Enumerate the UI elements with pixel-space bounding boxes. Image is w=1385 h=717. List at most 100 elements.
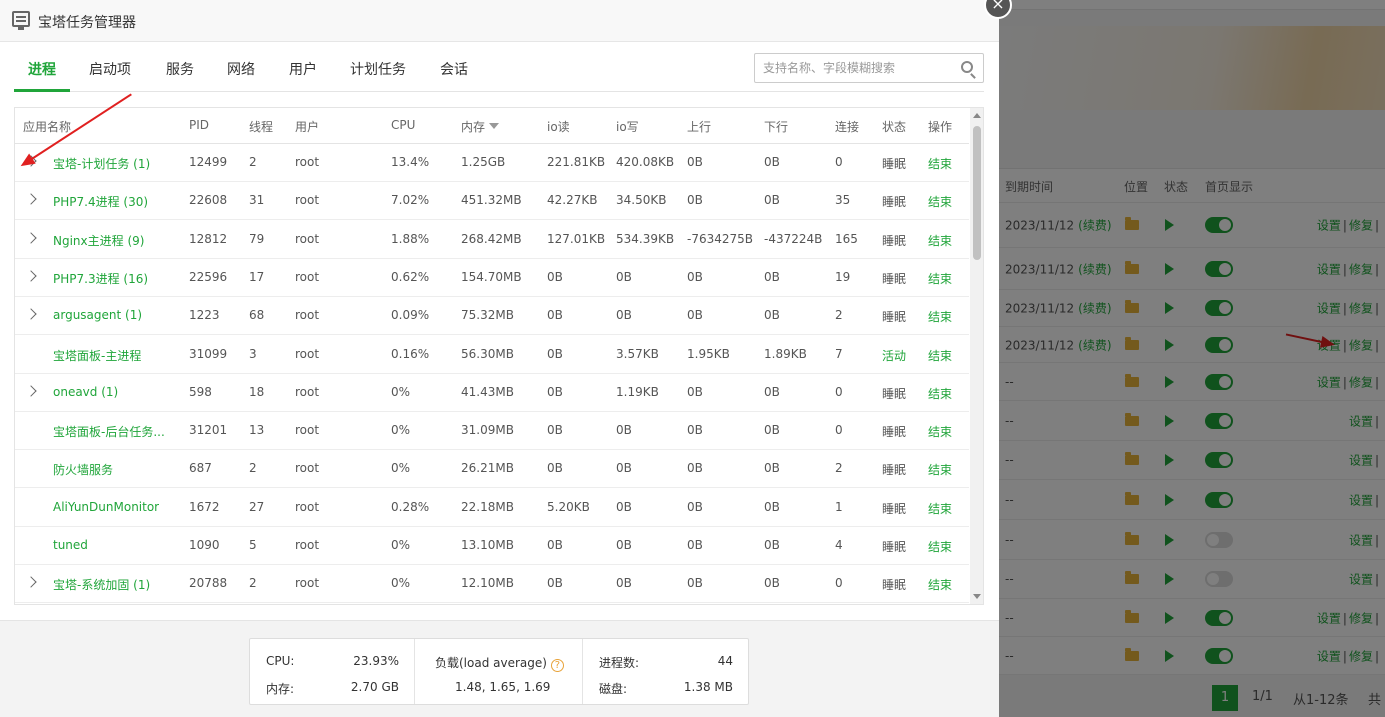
- end-process-button[interactable]: 结束: [928, 500, 952, 517]
- process-name[interactable]: argusagent (1): [53, 308, 142, 322]
- col-upload[interactable]: 上行: [687, 118, 711, 135]
- cell-status: 睡眠: [882, 425, 907, 440]
- cell-io-write: 0B: [616, 423, 632, 438]
- chevron-right-icon[interactable]: [25, 270, 37, 282]
- cell-cpu: 0.62%: [391, 269, 430, 284]
- tab-users[interactable]: 用户: [289, 59, 317, 79]
- cell-upload: 0B: [687, 461, 703, 476]
- end-process-button[interactable]: 结束: [928, 538, 952, 555]
- scrollbar-thumb[interactable]: [973, 126, 981, 260]
- process-name[interactable]: oneavd (1): [53, 385, 118, 399]
- table-row[interactable]: 宝塔面板-主进程 31099 3 root 0.16% 56.30MB 0B 3.57KB 1.…: [15, 336, 969, 374]
- chevron-right-icon[interactable]: [25, 308, 37, 320]
- col-io-write[interactable]: io写: [616, 118, 639, 135]
- end-process-button[interactable]: 结束: [928, 308, 952, 325]
- process-name[interactable]: tuned: [53, 538, 88, 552]
- summary-load-label-wrap: 负载(load average)?: [435, 654, 564, 672]
- end-process-button[interactable]: 结束: [928, 576, 952, 593]
- cell-io-read: 42.27KB: [547, 193, 598, 208]
- process-name[interactable]: 防火墙服务: [53, 461, 113, 478]
- end-process-button[interactable]: 结束: [928, 347, 952, 364]
- tab-network[interactable]: 网络: [227, 59, 255, 79]
- table-row[interactable]: Nginx主进程 (9) 12812 79 root 1.88% 268.42MB 127.…: [15, 221, 969, 259]
- chevron-right-icon[interactable]: [25, 193, 37, 205]
- col-threads[interactable]: 线程: [249, 118, 273, 135]
- search-input[interactable]: [755, 54, 951, 82]
- dialog-titlebar: 宝塔任务管理器: [0, 0, 999, 42]
- process-name[interactable]: 宝塔-计划任务 (1): [53, 155, 150, 172]
- tab-processes[interactable]: 进程: [28, 59, 56, 79]
- table-row[interactable]: oneavd (1) 598 18 root 0% 41.43MB 0B 1.19KB 0B 0B…: [15, 374, 969, 412]
- chevron-right-icon[interactable]: [25, 576, 37, 588]
- cell-memory: 451.32MB: [461, 193, 522, 208]
- cell-cpu: 0.28%: [391, 499, 430, 514]
- search-icon[interactable]: [961, 61, 973, 73]
- table-row[interactable]: PHP7.3进程 (16) 22596 17 root 0.62% 154.70MB 0B 0…: [15, 259, 969, 297]
- tab-startup[interactable]: 启动项: [89, 59, 131, 79]
- col-memory: 内存: [461, 120, 486, 134]
- end-process-button[interactable]: 结束: [928, 232, 952, 249]
- chevron-right-icon[interactable]: [25, 385, 37, 397]
- help-icon[interactable]: ?: [550, 659, 564, 672]
- cell-pid: 1090: [189, 538, 220, 552]
- cell-io-write: 420.08KB: [616, 155, 675, 169]
- table-row[interactable]: AliYunDunMonitor 1672 27 root 0.28% 22.18MB 5.…: [15, 489, 969, 527]
- cell-memory: 268.42MB: [461, 231, 522, 246]
- col-cpu[interactable]: CPU: [391, 118, 415, 132]
- tab-sessions[interactable]: 会话: [440, 59, 468, 79]
- table-row[interactable]: argusagent (1) 1223 68 root 0.09% 75.32MB 0B 0B…: [15, 297, 969, 336]
- scroll-up-arrow-icon[interactable]: [973, 113, 981, 118]
- cell-status: 睡眠: [882, 195, 907, 210]
- process-name[interactable]: 宝塔-系统加固 (1): [53, 576, 150, 593]
- table-scrollbar[interactable]: [970, 108, 983, 604]
- tab-scheduled-tasks[interactable]: 计划任务: [350, 59, 406, 79]
- cell-io-write: 3.57KB: [616, 346, 659, 361]
- end-process-button[interactable]: 结束: [928, 423, 952, 440]
- process-name[interactable]: 宝塔面板-主进程: [53, 347, 141, 364]
- close-icon: ×: [991, 0, 1005, 13]
- cell-cpu: 0%: [391, 423, 411, 438]
- cell-memory: 56.30MB: [461, 346, 514, 361]
- cell-io-write: 0B: [616, 576, 632, 591]
- process-name[interactable]: Nginx主进程 (9): [53, 232, 144, 249]
- cell-cpu: 13.4%: [391, 155, 430, 169]
- col-io-read[interactable]: io读: [547, 118, 570, 135]
- cell-cpu: 0.09%: [391, 308, 430, 323]
- table-row[interactable]: PHP7.4进程 (30) 22608 31 root 7.02% 451.32MB 42.…: [15, 182, 969, 221]
- chevron-right-icon[interactable]: [25, 231, 37, 244]
- table-row[interactable]: 防火墙服务 687 2 root 0% 26.21MB 0B 0B 0B 0B 2 睡眠 结束: [15, 450, 969, 489]
- col-connections[interactable]: 连接: [835, 118, 859, 135]
- end-process-button[interactable]: 结束: [928, 270, 952, 287]
- task-manager-dialog: 宝塔任务管理器 进程 启动项 服务 网络 用户 计划任务 会话 应用名称 PID…: [0, 0, 999, 717]
- table-row[interactable]: 宝塔-计划任务 (1) 12499 2 root 13.4% 1.25GB 221.81KB…: [15, 144, 969, 182]
- col-status[interactable]: 状态: [882, 118, 906, 135]
- col-user[interactable]: 用户: [295, 118, 319, 135]
- cell-user: root: [295, 499, 320, 514]
- summary-mem-value: 2.70 GB: [350, 680, 399, 694]
- summary-mem-label: 内存:: [266, 682, 295, 696]
- tab-services[interactable]: 服务: [166, 59, 194, 79]
- cell-upload: 0B: [687, 538, 703, 552]
- col-pid[interactable]: PID: [189, 118, 209, 132]
- table-row[interactable]: tuned 1090 5 root 0% 13.10MB 0B 0B 0B 0B 4 睡眠 结束: [15, 527, 969, 565]
- table-row[interactable]: 宝塔面板-后台任务... 31201 13 root 0% 31.09MB 0B 0B 0B 0B…: [15, 412, 969, 451]
- cell-io-write: 0B: [616, 499, 632, 514]
- cell-download: 0B: [764, 423, 780, 438]
- cell-threads: 31: [249, 193, 265, 208]
- end-process-button[interactable]: 结束: [928, 155, 952, 172]
- cell-download: 0B: [764, 193, 780, 208]
- end-process-button[interactable]: 结束: [928, 385, 952, 402]
- scroll-down-arrow-icon[interactable]: [973, 594, 981, 599]
- process-name[interactable]: 宝塔面板-后台任务...: [53, 423, 165, 440]
- end-process-button[interactable]: 结束: [928, 193, 952, 210]
- end-process-button[interactable]: 结束: [928, 461, 952, 478]
- col-memory-wrap[interactable]: 内存: [461, 118, 500, 135]
- process-name[interactable]: PHP7.4进程 (30): [53, 193, 148, 210]
- process-name[interactable]: PHP7.3进程 (16): [53, 270, 148, 287]
- table-row[interactable]: 宝塔-系统加固 (1) 20788 2 root 0% 12.10MB 0B 0B 0B 0B 0 睡…: [15, 565, 969, 604]
- cell-user: root: [295, 384, 320, 399]
- cell-threads: 27: [249, 499, 265, 514]
- col-download[interactable]: 下行: [764, 118, 788, 135]
- col-app-name[interactable]: 应用名称: [23, 118, 71, 135]
- process-name[interactable]: AliYunDunMonitor: [53, 500, 159, 514]
